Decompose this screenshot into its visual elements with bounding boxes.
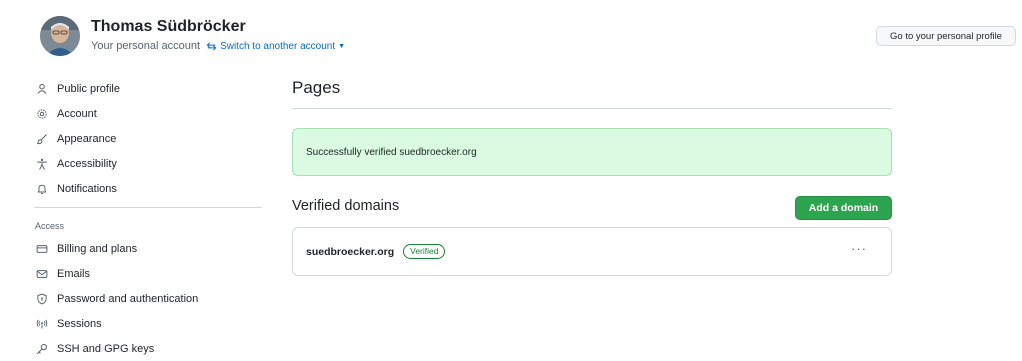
sidebar-item-label: Emails (57, 267, 91, 280)
kebab-menu-icon[interactable]: ··· (851, 242, 867, 256)
sidebar-item-notifications[interactable]: Notifications (34, 176, 262, 201)
credit-card-icon (35, 242, 49, 256)
shield-lock-icon (35, 292, 49, 306)
key-icon (35, 342, 49, 356)
sidebar-item-label: Public profile (57, 82, 120, 95)
sidebar-item-label: Sessions (57, 317, 102, 330)
caret-down-icon: ▼ (338, 42, 346, 50)
sidebar-item-label: Account (57, 107, 97, 120)
sidebar-item-ssh-keys[interactable]: SSH and GPG keys (34, 336, 262, 361)
user-name: Thomas Südbröcker (91, 18, 246, 35)
verified-badge: Verified (403, 244, 446, 259)
sidebar-item-appearance[interactable]: Appearance (34, 126, 262, 151)
success-flash-message: Successfully verified suedbroecker.org (292, 128, 892, 176)
gear-icon (35, 107, 49, 121)
sidebar-item-sessions[interactable]: Sessions (34, 311, 262, 336)
bell-icon (35, 182, 49, 196)
flash-text: Successfully verified suedbroecker.org (306, 146, 477, 158)
sidebar-item-password[interactable]: Password and authentication (34, 286, 262, 311)
account-label: Your personal account (91, 40, 201, 52)
domain-list-item: suedbroecker.org Verified ··· (292, 227, 892, 276)
mail-icon (35, 267, 49, 281)
page-title: Pages (292, 78, 341, 97)
switch-account-link[interactable]: Switch to another account ▼ (206, 41, 345, 52)
go-to-profile-button[interactable]: Go to your personal profile (876, 26, 1016, 46)
person-icon (35, 82, 49, 96)
paintbrush-icon (35, 132, 49, 146)
sidebar-divider (34, 207, 262, 208)
switch-account-label: Switch to another account (220, 40, 336, 52)
broadcast-icon (35, 317, 49, 331)
sidebar-section-access: Access (35, 221, 65, 231)
domain-name[interactable]: suedbroecker.org (306, 246, 394, 258)
sidebar-item-label: Billing and plans (57, 242, 138, 255)
account-subtitle: Your personal account Switch to another … (91, 40, 345, 52)
verified-domains-heading: Verified domains (292, 198, 400, 214)
sidebar-item-label: Password and authentication (57, 292, 199, 305)
accessibility-icon (35, 157, 49, 171)
sidebar-item-public-profile[interactable]: Public profile (34, 76, 262, 101)
add-domain-button[interactable]: Add a domain (795, 196, 892, 220)
sidebar-item-account[interactable]: Account (34, 101, 262, 126)
sidebar-item-emails[interactable]: Emails (34, 261, 262, 286)
sidebar-item-billing[interactable]: Billing and plans (34, 236, 262, 261)
sidebar-item-label: Appearance (57, 132, 117, 145)
sidebar-item-label: SSH and GPG keys (57, 342, 155, 355)
sidebar-item-label: Notifications (57, 182, 117, 195)
arrow-switch-icon (206, 42, 217, 50)
settings-sidebar: Public profile Account Appearance Access… (34, 76, 262, 361)
avatar[interactable] (40, 16, 80, 56)
sidebar-item-label: Accessibility (57, 157, 117, 170)
title-divider (292, 108, 892, 109)
sidebar-item-accessibility[interactable]: Accessibility (34, 151, 262, 176)
